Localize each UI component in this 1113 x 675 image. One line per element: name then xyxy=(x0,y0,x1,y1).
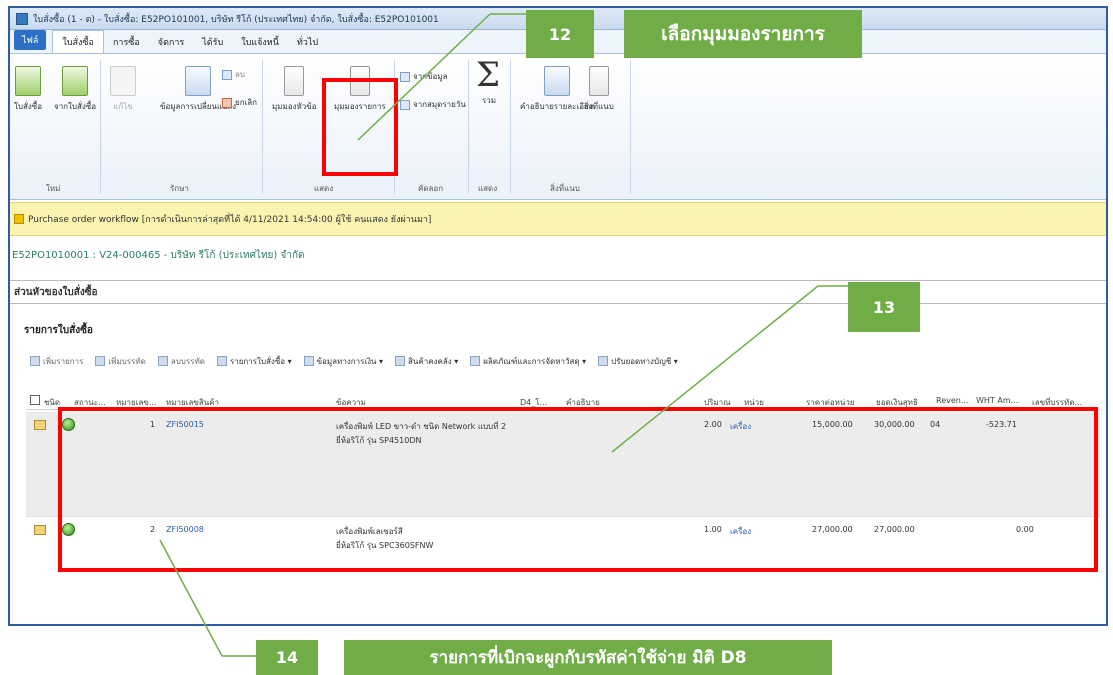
inventory-menu[interactable]: สินค้าคงคลัง ▾ xyxy=(395,355,458,368)
inventory-icon xyxy=(395,356,406,366)
warning-icon xyxy=(14,214,24,224)
copy-from-button[interactable]: จากข้อมูล xyxy=(400,70,447,83)
cancel-icon xyxy=(222,97,232,108)
group-label-show: แสดง xyxy=(314,184,334,193)
callout-text-12: เลือกมุมมองรายการ xyxy=(624,10,862,58)
related-info-icon xyxy=(543,66,570,96)
copy-icon xyxy=(400,71,410,82)
financials-icon xyxy=(303,356,314,366)
ribbon-separator xyxy=(100,60,101,194)
add-icon xyxy=(30,356,40,366)
adjustment-menu[interactable]: ปรับยอดทางบัญชี ▾ xyxy=(598,355,678,368)
pencil-icon xyxy=(110,66,136,96)
remove-icon xyxy=(157,356,168,366)
order-line-menu[interactable]: รายการใบสั่งซื้อ ▾ xyxy=(216,355,292,368)
workflow-text: Purchase order workflow [การดำเนินการล่า… xyxy=(28,215,432,225)
record-header: E52PO1010001 : V24-000465 - บริษัท รีโก้… xyxy=(12,250,305,261)
ribbon: ใบสั่งซื้อ จากใบสั่งซื้อ แก้ไข ข้อมูลการ… xyxy=(10,54,1106,200)
financials-menu[interactable]: ข้อมูลทางการเงิน ▾ xyxy=(303,355,383,368)
product-icon xyxy=(470,356,481,366)
highlight-line-view xyxy=(322,78,398,176)
ribbon-separator xyxy=(262,60,263,194)
tab-invoice[interactable]: ใบแจ้งหนี้ xyxy=(232,31,288,53)
line-type-icon xyxy=(34,420,46,430)
section-header-order[interactable]: ส่วนหัวของใบสั่งซื้อ xyxy=(10,280,1106,304)
new-order-icon xyxy=(15,66,41,96)
remove-line-button[interactable]: ลบบรรทัด xyxy=(157,355,205,368)
group-label-copy: คัดลอก xyxy=(418,184,444,193)
paperclip-icon xyxy=(588,66,609,96)
tab-general[interactable]: ทั่วไป xyxy=(288,31,327,53)
attachments-button[interactable]: สิ่งที่แนบ xyxy=(584,66,614,113)
group-label-new: ใหม่ xyxy=(46,184,61,193)
cancel-button[interactable]: ยกเลิก xyxy=(222,96,257,109)
copy-journal-button[interactable]: จากสมุดรายวัน xyxy=(400,98,466,111)
app-icon xyxy=(16,12,28,25)
tab-purchase[interactable]: การซื้อ xyxy=(104,31,149,53)
add-line-button[interactable]: เพิ่มรายการ xyxy=(30,355,83,368)
column-header[interactable]: Reven... xyxy=(936,396,968,405)
highlight-order-lines xyxy=(58,407,1098,572)
group-label-show-2: แสดง xyxy=(478,184,498,193)
lines-toolbar: เพิ่มรายการ เพิ่มบรรทัด ลบบรรทัด รายการใ… xyxy=(30,350,1100,372)
lightning-icon xyxy=(216,356,227,366)
totals-button[interactable]: Σ รวม xyxy=(476,55,502,107)
workflow-info-bar[interactable]: Purchase order workflow [การดำเนินการล่า… xyxy=(10,202,1106,236)
change-info-icon xyxy=(185,66,211,96)
ribbon-separator xyxy=(510,60,511,194)
product-supply-menu[interactable]: ผลิตภัณฑ์และการจัดหาวัสดุ ▾ xyxy=(470,355,586,368)
tab-purchase-order[interactable]: ใบสั่งซื้อ xyxy=(52,30,104,53)
header-view-icon xyxy=(284,66,305,96)
adjust-icon xyxy=(598,356,609,366)
file-menu-button[interactable]: ไฟล์ xyxy=(14,30,47,50)
lines-title: รายการใบสั่งซื้อ xyxy=(24,325,93,336)
column-header[interactable]: WHT Am... xyxy=(976,396,1018,405)
edit-button[interactable]: แก้ไข xyxy=(110,66,136,113)
ribbon-separator xyxy=(468,60,469,194)
journal-icon xyxy=(400,99,410,110)
delete-button[interactable]: ลบ xyxy=(222,68,245,81)
tab-receive[interactable]: ได้รับ xyxy=(193,31,232,53)
group-label-maintain: รักษา xyxy=(170,184,189,193)
ribbon-separator xyxy=(630,60,631,194)
header-view-button[interactable]: มุมมองหัวข้อ xyxy=(272,66,317,113)
tab-manage[interactable]: จัดการ xyxy=(149,31,193,53)
callout-number-12: 12 xyxy=(526,10,594,58)
line-type-icon xyxy=(34,525,46,535)
receipt-list-button[interactable]: จากใบสั่งซื้อ xyxy=(54,66,96,113)
delete-icon xyxy=(222,69,232,80)
copy-order-icon xyxy=(62,66,89,96)
callout-number-13: 13 xyxy=(848,282,920,332)
callout-number-14: 14 xyxy=(256,640,318,675)
window-title: ใบสั่งซื้อ (1 - ต) - ใบสั่งซื้อ: E52PO10… xyxy=(33,14,439,25)
purchase-order-button[interactable]: ใบสั่งซื้อ xyxy=(14,66,42,113)
add-lines-icon xyxy=(95,356,106,366)
group-label-attachments: สิ่งที่แนบ xyxy=(550,184,580,193)
related-info-button[interactable]: คำอธิบายรายละเอียด xyxy=(520,66,594,113)
add-lines-button[interactable]: เพิ่มบรรทัด xyxy=(95,355,146,368)
sigma-icon: Σ xyxy=(476,55,501,95)
callout-text-14: รายการที่เบิกจะผูกกับรหัสค่าใช้จ่าย มิติ… xyxy=(344,640,832,675)
select-all-checkbox[interactable] xyxy=(30,395,40,405)
